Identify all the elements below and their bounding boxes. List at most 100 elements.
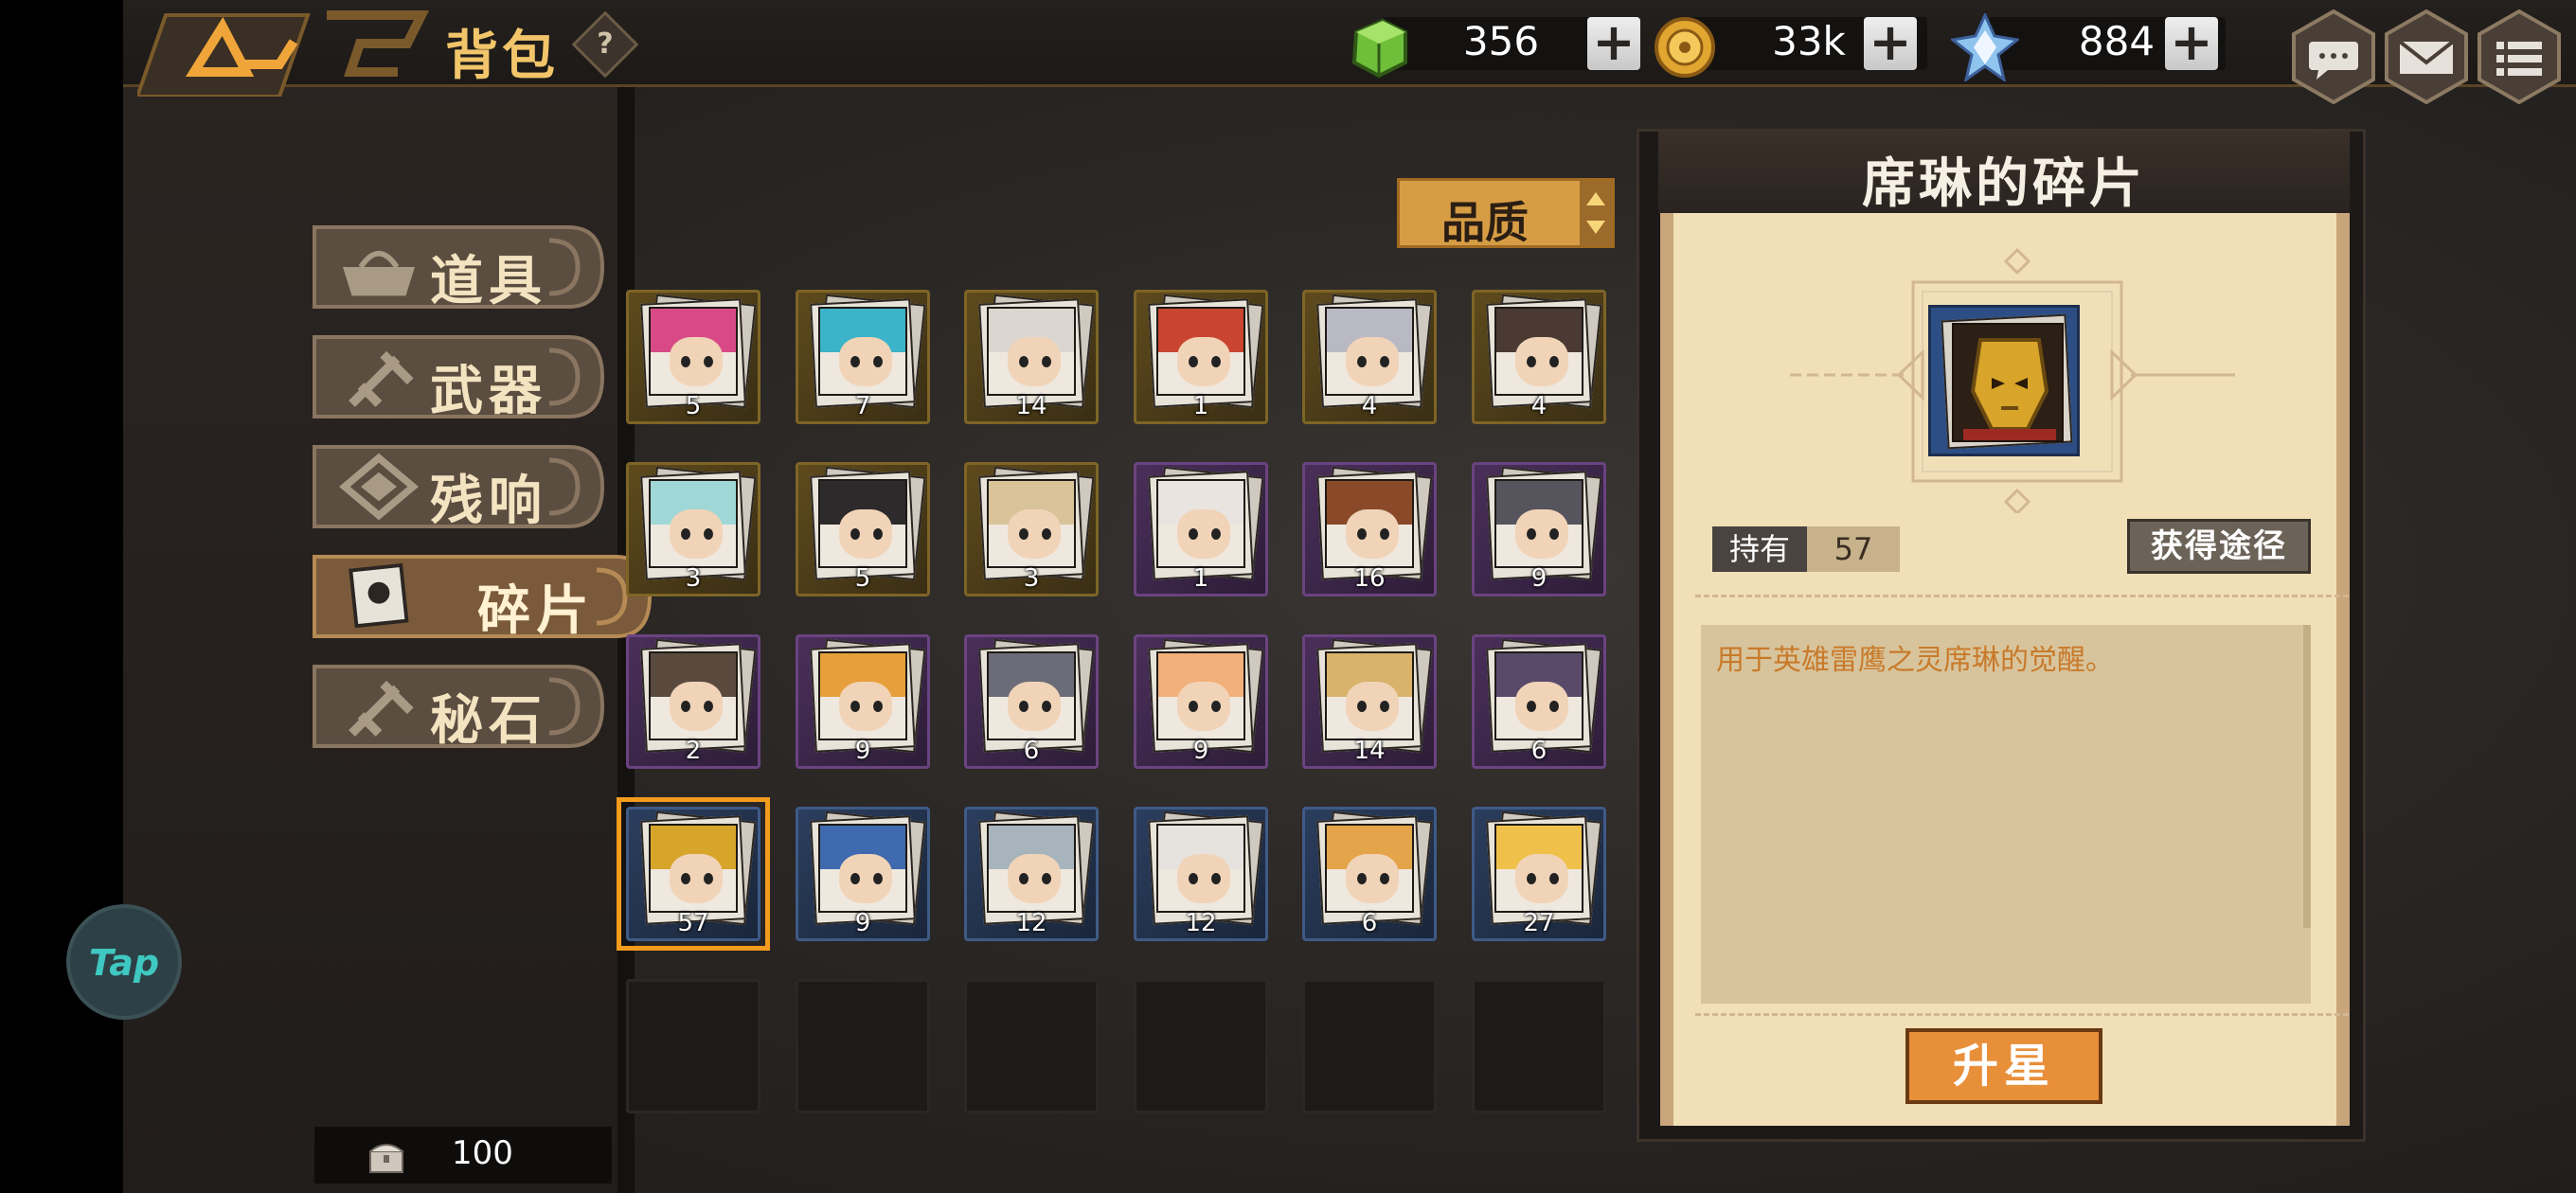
fragment-item[interactable]: 4 [1472,290,1606,424]
item-count: 9 [1530,564,1547,593]
hero-portrait [987,307,1076,396]
hero-eye [681,528,690,540]
item-frame [1302,979,1437,1113]
fragment-item[interactable]: 1 [1134,290,1268,424]
item-count: 4 [1361,392,1378,420]
portrait-card [1928,305,2080,456]
hero-face [1008,854,1061,903]
hero-eye [1357,356,1367,367]
item-count: 9 [854,909,871,937]
hero-eye [1527,701,1536,712]
menu-button[interactable] [2476,9,2563,105]
hero-eye [1549,701,1559,712]
mail-icon [2385,9,2468,105]
fragment-item[interactable]: 3 [964,462,1099,596]
owned-value: 57 [1807,526,1900,572]
fragment-item[interactable]: 9 [796,807,930,941]
hero-eye [1527,528,1536,540]
tap-label: Tap [88,942,160,984]
hero-face [1177,854,1230,903]
hero-face [1008,337,1061,386]
hero-face [1346,854,1399,903]
hero-eye [1042,356,1051,367]
fragment-item[interactable]: 9 [796,634,930,769]
fragment-item[interactable]: 2 [626,634,760,769]
tab-label: 残响 [430,471,547,532]
stone-icon [349,680,414,737]
fragment-item[interactable]: 27 [1472,807,1606,941]
tab-3[interactable]: 残响 [313,441,606,532]
add-crystal-button[interactable]: + [1587,17,1640,70]
tab-4[interactable]: 碎片 [313,551,653,642]
fragment-icon [349,562,409,629]
mail-button[interactable] [2383,9,2470,105]
fragment-item[interactable]: 12 [1134,807,1268,941]
item-frame [626,979,760,1113]
sort-arrows [1580,181,1612,245]
hero-eye [1357,873,1367,884]
hero-eye [1357,701,1367,712]
tab-5[interactable]: 秘石 [313,661,606,752]
fragment-item[interactable]: 5 [796,462,930,596]
currency-diamond: 884 + [1951,13,2254,81]
fragment-item[interactable]: 14 [1302,634,1437,769]
hero-portrait [649,307,738,396]
obtain-source-button[interactable]: 获得途径 [2127,519,2311,574]
item-count: 7 [854,392,871,420]
fragment-item[interactable]: 6 [1472,634,1606,769]
bag-capacity-value: 100 [452,1134,513,1172]
hero-portrait [1494,479,1583,568]
diamond-icon [1951,13,2019,81]
hero-face [839,682,892,731]
fragment-item[interactable]: 4 [1302,290,1437,424]
divider-top [1695,595,2349,597]
hero-eye [1549,873,1559,884]
add-gold-button[interactable]: + [1864,17,1917,70]
item-count: 14 [1015,392,1047,420]
hero-face [1177,682,1230,731]
hero-portrait [818,479,907,568]
hero-face [839,337,892,386]
hero-eye [1042,528,1051,540]
game-logo [137,10,430,97]
item-count: 1 [1192,564,1209,593]
fragment-item[interactable]: 16 [1302,462,1437,596]
hero-eye [1211,356,1221,367]
empty-slot [626,979,760,1113]
fragment-item[interactable]: 14 [964,290,1099,424]
weapon-icon [349,350,414,407]
item-count: 9 [1192,737,1209,765]
hero-face [1515,337,1568,386]
fragment-item[interactable]: 3 [626,462,760,596]
add-diamond-button[interactable]: + [2165,17,2218,70]
hero-eye [1211,873,1221,884]
fragment-item[interactable]: 7 [796,290,930,424]
fragment-item[interactable]: 6 [1302,807,1437,941]
hero-face [1177,509,1230,559]
hero-eye [873,528,883,540]
tab-1[interactable]: 道具 [313,222,606,312]
fragment-item[interactable]: 12 [964,807,1099,941]
tab-label: 道具 [430,251,547,312]
item-count: 16 [1353,564,1386,593]
upgrade-star-button[interactable]: 升星 [1905,1028,2102,1104]
hero-face [670,682,723,731]
description-scrollbar[interactable] [2303,625,2311,928]
hero-portrait [649,651,738,740]
fragment-item[interactable]: 1 [1134,462,1268,596]
fragment-item[interactable]: 6 [964,634,1099,769]
fragment-item[interactable]: 9 [1472,462,1606,596]
item-frame [1134,979,1268,1113]
sort-dropdown[interactable]: 品质 [1397,178,1615,248]
owned-label: 持有 [1712,526,1807,572]
currency-gold: 33k + [1653,13,1937,78]
item-count: 27 [1523,909,1555,937]
description-box: 用于英雄雷鹰之灵席琳的觉醒。 [1701,625,2311,1004]
tab-2[interactable]: 武器 [313,331,606,422]
tap-button[interactable]: Tap [66,904,182,1020]
fragment-item[interactable]: 5 [626,290,760,424]
item-count: 3 [685,564,702,593]
fragment-item[interactable]: 9 [1134,634,1268,769]
chat-button[interactable] [2290,9,2377,105]
hero-face [1346,509,1399,559]
